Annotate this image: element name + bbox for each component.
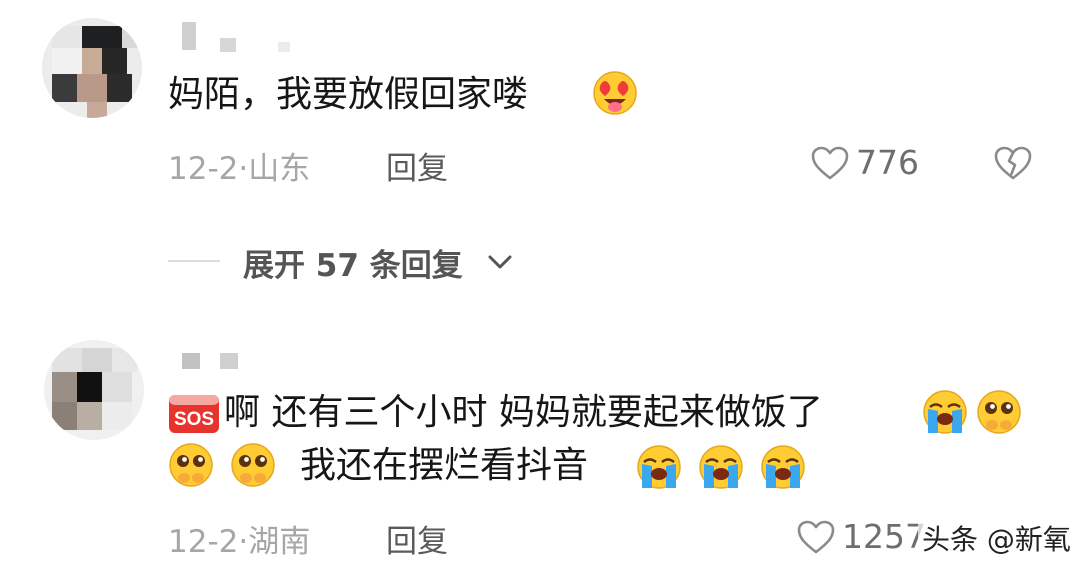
avatar-mosaic <box>44 340 144 440</box>
comment-date-location: 12-2·湖南 <box>168 524 311 560</box>
loudly-crying-emoji <box>699 445 743 489</box>
sos-badge-icon: SOS <box>169 395 219 433</box>
pleading-face-emoji <box>169 443 213 487</box>
expand-replies-button[interactable]: 展开 57 条回复 <box>243 240 463 285</box>
reply-button[interactable]: 回复 <box>386 143 448 188</box>
comment-text-line: 我还在摆烂看抖音 <box>300 445 589 486</box>
comment-text-line: 啊 还有三个小时 妈妈就要起来做饭了 <box>224 392 823 433</box>
avatar[interactable] <box>44 340 144 440</box>
comment-text: 妈陌，我要放假回家喽 <box>168 74 529 115</box>
comment-date-location: 12-2·山东 <box>168 151 311 187</box>
heart-eyes-emoji <box>593 71 637 115</box>
watermark: 头条 @新氧 <box>918 518 1075 558</box>
pleading-face-emoji <box>231 443 275 487</box>
chevron-down-icon[interactable] <box>487 252 513 272</box>
broken-heart-icon[interactable] <box>993 145 1033 181</box>
loudly-crying-emoji <box>637 445 681 489</box>
expand-divider <box>168 260 220 262</box>
sos-badge-text: SOS <box>174 409 214 430</box>
heart-outline-icon[interactable] <box>810 145 850 181</box>
loudly-crying-emoji <box>923 390 967 434</box>
reply-button[interactable]: 回复 <box>386 516 448 561</box>
heart-outline-icon[interactable] <box>796 519 836 555</box>
pleading-face-emoji <box>977 390 1021 434</box>
like-count: 776 <box>856 143 919 182</box>
avatar[interactable] <box>42 18 142 118</box>
loudly-crying-emoji <box>761 445 805 489</box>
avatar-mosaic <box>42 18 142 118</box>
like-count: 1257 <box>842 517 926 556</box>
